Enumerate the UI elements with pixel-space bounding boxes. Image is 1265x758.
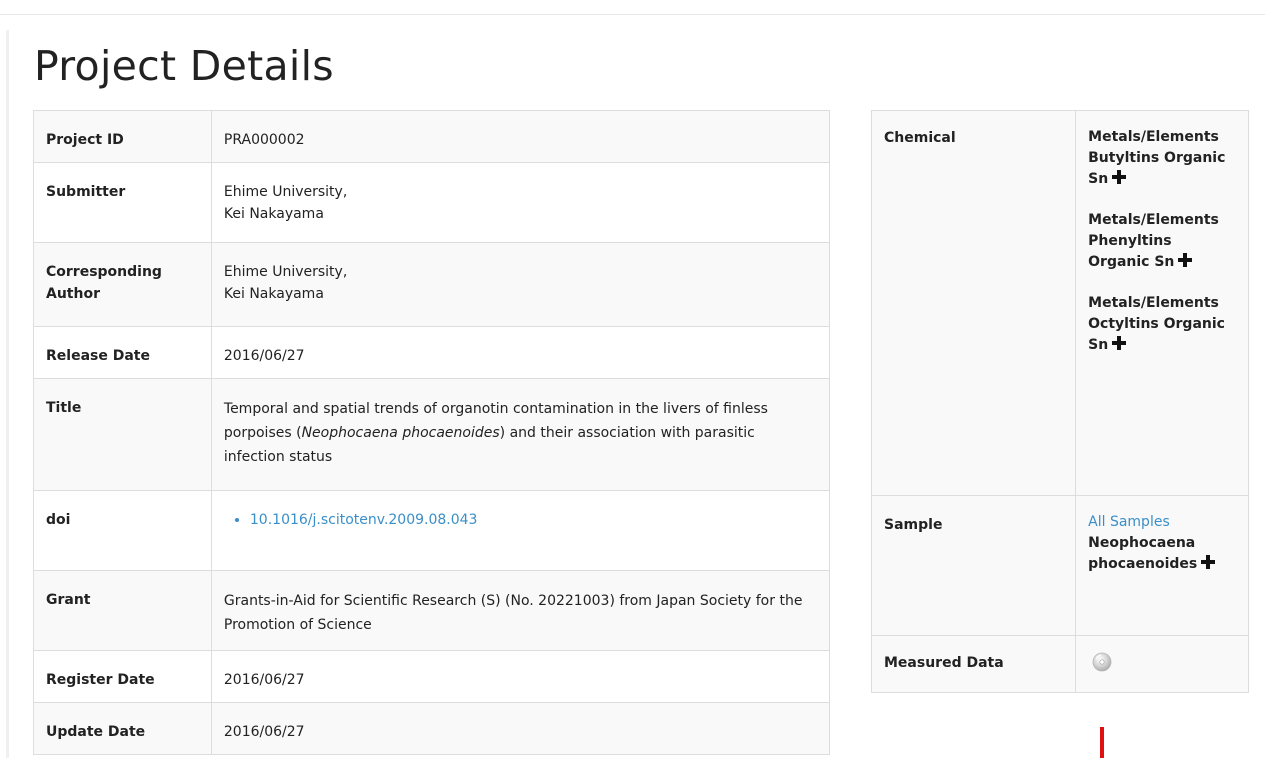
update-date-value: 2016/06/27 [210,702,831,755]
sample-label: Sample [870,495,1077,636]
grant-value: Grants-in-Aid for Scientific Research (S… [210,570,831,651]
release-date-value: 2016/06/27 [210,326,831,379]
row-sample: Sample All Samples Neophocaena phocaenoi… [870,495,1249,636]
chemical-item-label: Metals/Elements Butyltins Organic Sn [1088,129,1226,187]
disc-icon[interactable] [1092,652,1112,672]
update-date-label: Update Date [33,702,212,755]
submitter-person: Kei Nakayama [223,206,324,222]
grant-label: Grant [33,570,212,651]
sample-species-line1: Neophocaena [1088,535,1196,551]
project-details-page: Project Details Project ID PRA000002 Sub… [0,0,1265,758]
corresponding-person: Kei Nakayama [223,286,324,302]
chemical-item: Metals/Elements Octyltins Organic Sn [1088,293,1236,356]
submitter-org: Ehime University, [223,184,348,200]
chemical-label: Chemical [870,110,1077,496]
row-chemical: Chemical Metals/Elements Butyltins Organ… [870,110,1249,496]
corresponding-author-value: Ehime University, Kei Nakayama [210,242,831,327]
measured-data-value [1075,635,1249,693]
release-date-label: Release Date [33,326,212,379]
row-measured-data: Measured Data [870,635,1249,693]
sample-species-line2: phocaenoides [1088,556,1198,572]
red-annotation-mark [1100,727,1104,758]
doi-value: 10.1016/j.scitotenv.2009.08.043 [210,490,831,571]
left-edge-divider [6,30,9,758]
corresponding-label-line2: Author [46,286,100,302]
submitter-label: Submitter [33,162,212,243]
title-value: Temporal and spatial trends of organotin… [210,378,831,491]
project-details-table: Project ID PRA000002 Submitter Ehime Uni… [33,110,831,755]
measured-data-label: Measured Data [870,635,1077,693]
row-corresponding-author: Corresponding Author Ehime University, K… [33,242,831,327]
row-register-date: Register Date 2016/06/27 [33,650,831,703]
all-samples-link[interactable]: All Samples [1088,514,1170,530]
doi-link[interactable]: 10.1016/j.scitotenv.2009.08.043 [250,512,478,528]
sample-species: phocaenoides [1088,554,1236,575]
top-divider [0,14,1265,15]
title-species: Neophocaena phocaenoides [301,425,500,441]
project-id-value: PRA000002 [210,110,831,163]
register-date-value: 2016/06/27 [210,650,831,703]
expand-plus-icon[interactable] [1111,169,1127,185]
project-id-label: Project ID [33,110,212,163]
expand-plus-icon[interactable] [1111,335,1127,351]
doi-list-item: 10.1016/j.scitotenv.2009.08.043 [250,509,817,531]
corresponding-label-line1: Corresponding [46,264,162,280]
row-title: Title Temporal and spatial trends of org… [33,378,831,491]
chemical-item-label: Metals/Elements Octyltins Organic Sn [1088,295,1225,353]
chemical-item: Metals/Elements Butyltins Organic Sn [1088,127,1236,190]
row-update-date: Update Date 2016/06/27 [33,702,831,755]
corresponding-author-label: Corresponding Author [33,242,212,327]
row-project-id: Project ID PRA000002 [33,110,831,163]
sample-value: All Samples Neophocaena phocaenoides [1075,495,1249,636]
doi-list: 10.1016/j.scitotenv.2009.08.043 [224,509,817,531]
row-submitter: Submitter Ehime University, Kei Nakayama [33,162,831,243]
corresponding-org: Ehime University, [223,264,348,280]
doi-label: doi [33,490,212,571]
submitter-value: Ehime University, Kei Nakayama [210,162,831,243]
title-label: Title [33,378,212,491]
chemical-item: Metals/Elements Phenyltins Organic Sn [1088,210,1236,273]
page-title: Project Details [34,42,334,90]
chemical-item-label: Metals/Elements Phenyltins Organic Sn [1088,212,1219,270]
register-date-label: Register Date [33,650,212,703]
row-doi: doi 10.1016/j.scitotenv.2009.08.043 [33,490,831,571]
expand-plus-icon[interactable] [1177,252,1193,268]
chemical-list: Metals/Elements Butyltins Organic Sn Met… [1075,110,1249,496]
expand-plus-icon[interactable] [1200,554,1216,570]
row-release-date: Release Date 2016/06/27 [33,326,831,379]
row-grant: Grant Grants-in-Aid for Scientific Resea… [33,570,831,651]
project-summary-table: Chemical Metals/Elements Butyltins Organ… [870,110,1249,693]
